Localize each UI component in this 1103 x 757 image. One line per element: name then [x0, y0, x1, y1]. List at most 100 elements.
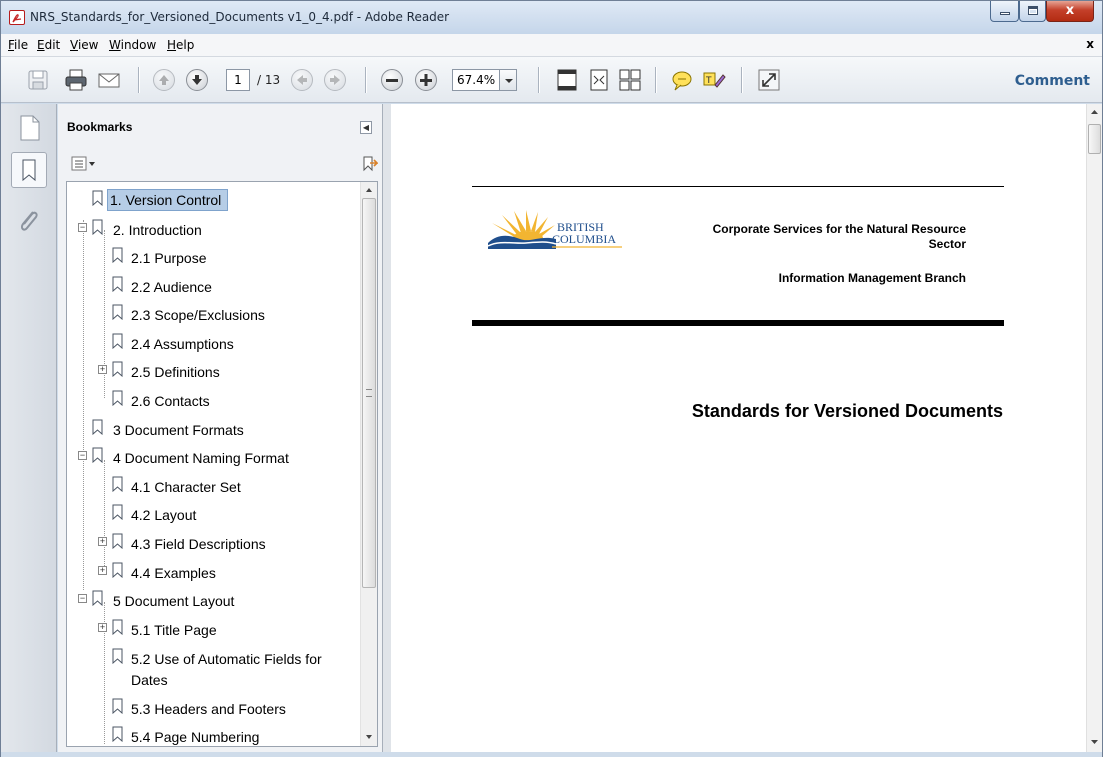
first-page-button[interactable]	[291, 69, 313, 91]
save-icon[interactable]	[25, 67, 51, 93]
bookmark-label: 4.4 Examples	[131, 565, 216, 581]
bookmark-icon	[112, 533, 123, 549]
collapse-node-icon[interactable]: −	[78, 223, 87, 232]
header-rule	[472, 186, 1004, 187]
fullscreen-icon[interactable]	[756, 67, 782, 93]
bookmarks-scrollbar[interactable]	[360, 182, 377, 746]
comment-icon[interactable]	[669, 67, 695, 93]
previous-page-button[interactable]	[153, 69, 175, 91]
scrollbar-thumb[interactable]	[362, 198, 376, 588]
menu-access-key: F	[8, 38, 15, 52]
menu-help[interactable]: Help	[167, 38, 194, 52]
chevron-left-icon: ◀	[362, 123, 370, 132]
zoom-in-button[interactable]	[415, 69, 437, 91]
hide-panel-button[interactable]: ◀	[360, 121, 372, 134]
navigation-pane-strip	[1, 104, 57, 752]
bookmark-label: 2.1 Purpose	[131, 250, 207, 266]
comment-pane-button[interactable]: Comment	[1015, 73, 1090, 89]
first-page-icon	[297, 75, 307, 85]
bookmarks-tab[interactable]	[11, 152, 47, 188]
tree-line	[83, 220, 84, 590]
new-bookmark-icon[interactable]	[361, 155, 378, 172]
bookmark-item[interactable]: 5.2 Use of Automatic Fields for Dates	[67, 646, 359, 692]
previous-page-icon	[159, 75, 169, 85]
close-document-button[interactable]: x	[1086, 37, 1094, 51]
fit-width-icon[interactable]	[586, 67, 612, 93]
menu-access-key: V	[70, 38, 78, 52]
maximize-icon	[1028, 6, 1038, 15]
bookmarks-header: Bookmarks	[67, 120, 133, 134]
bookmark-label: 5 Document Layout	[113, 593, 235, 609]
bookmark-label: 2.3 Scope/Exclusions	[131, 307, 265, 323]
zoom-dropdown-button[interactable]	[500, 69, 517, 91]
scroll-up-icon[interactable]	[361, 182, 377, 198]
menu-edit-label: Edit	[37, 38, 61, 52]
scroll-up-icon[interactable]	[1087, 104, 1102, 120]
bookmark-icon	[112, 476, 123, 492]
bookmark-options-button[interactable]	[71, 155, 98, 173]
bookmarks-panel: Bookmarks ◀ 1. Version Control − 2. Intr…	[58, 104, 383, 752]
next-page-button[interactable]	[186, 69, 208, 91]
expand-node-icon[interactable]: +	[98, 566, 107, 575]
bookmark-icon	[92, 590, 103, 606]
bookmark-icon	[112, 390, 123, 406]
expand-node-icon[interactable]: +	[98, 365, 107, 374]
title-bar[interactable]: NRS_Standards_for_Versioned_Documents v1…	[1, 1, 1102, 34]
expand-node-icon[interactable]: +	[98, 623, 107, 632]
adobe-reader-window: NRS_Standards_for_Versioned_Documents v1…	[0, 0, 1103, 757]
bookmark-icon	[92, 447, 103, 463]
page-number-input[interactable]: 1	[226, 69, 250, 91]
pages-icon[interactable]	[11, 110, 47, 146]
highlight-icon[interactable]: T	[701, 67, 727, 93]
header-bottom-rule	[472, 320, 1004, 326]
close-window-button[interactable]: x	[1046, 1, 1094, 22]
bookmark-label: 5.4 Page Numbering	[131, 729, 260, 745]
collapse-node-icon[interactable]: −	[78, 594, 87, 603]
bookmark-icon	[112, 304, 123, 320]
british-columbia-logo: BRITISH COLUMBIA	[488, 210, 622, 249]
expand-node-icon[interactable]: +	[98, 537, 107, 546]
menu-view-label: View	[70, 38, 99, 52]
branch-name: Information Management Branch	[778, 271, 966, 285]
scroll-down-icon[interactable]	[361, 729, 377, 745]
two-up-icon[interactable]	[617, 67, 643, 93]
bookmark-icon	[112, 247, 123, 263]
panel-splitter[interactable]	[383, 104, 391, 752]
toolbar-separator	[138, 67, 139, 93]
bookmark-icon	[112, 698, 123, 714]
menu-window[interactable]: Window	[109, 38, 156, 52]
last-page-icon	[330, 75, 340, 85]
scrollbar-thumb[interactable]	[1088, 124, 1101, 154]
attachments-icon[interactable]	[11, 204, 47, 240]
email-icon[interactable]	[96, 67, 122, 93]
bookmark-icon	[92, 190, 103, 206]
maximize-button[interactable]	[1019, 1, 1046, 22]
print-icon[interactable]	[63, 67, 89, 93]
document-scrollbar[interactable]	[1086, 104, 1102, 752]
bookmark-icon	[112, 361, 123, 377]
menu-file[interactable]: File	[8, 38, 28, 52]
menu-view[interactable]: View	[70, 38, 98, 52]
close-icon: x	[1065, 3, 1075, 18]
pdf-app-icon	[9, 10, 25, 25]
bookmark-icon	[112, 562, 123, 578]
bookmark-label: 5.1 Title Page	[131, 622, 217, 638]
organization-name: Corporate Services for the Natural Resou…	[712, 222, 966, 236]
document-page[interactable]	[391, 104, 1086, 752]
menu-access-key: H	[167, 38, 177, 52]
minimize-button[interactable]	[990, 1, 1019, 22]
scroll-down-icon[interactable]	[1087, 734, 1102, 750]
menu-edit[interactable]: Edit	[37, 38, 60, 52]
toolbar-separator	[655, 67, 656, 93]
bookmark-icon	[112, 726, 123, 742]
fit-page-icon[interactable]	[554, 67, 580, 93]
collapse-node-icon[interactable]: −	[78, 451, 87, 460]
last-page-button[interactable]	[324, 69, 346, 91]
zoom-out-button[interactable]	[381, 69, 403, 91]
bookmark-label-continued: Dates	[131, 672, 168, 688]
menu-help-label: Help	[167, 38, 195, 52]
bookmarks-tree: 1. Version Control − 2. Introduction 2.1…	[66, 181, 378, 747]
menu-access-key: E	[37, 38, 45, 52]
document-title: Standards for Versioned Documents	[691, 401, 1003, 421]
zoom-level-input[interactable]: 67.4%	[452, 69, 500, 91]
